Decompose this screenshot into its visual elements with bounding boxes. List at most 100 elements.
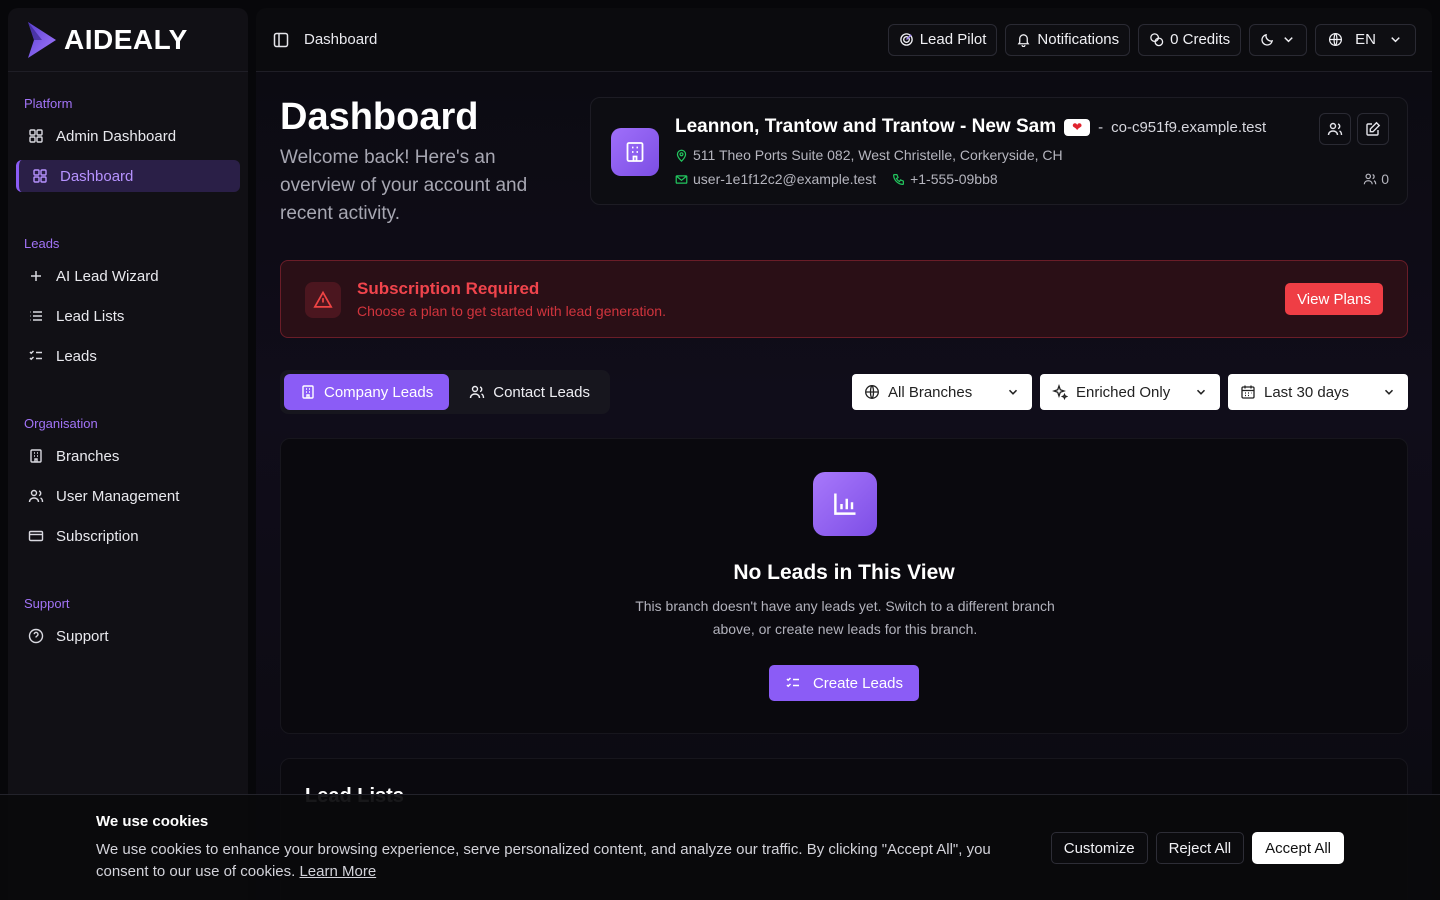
notifications-button[interactable]: Notifications xyxy=(1005,23,1131,56)
nav-group-leads: Leads AI Lead Wizard Lead Lists Leads xyxy=(8,236,248,372)
sidebar-item-leads[interactable]: Leads xyxy=(16,340,240,372)
learn-more-link[interactable]: Learn More xyxy=(299,863,376,880)
favorite-heart-icon[interactable]: ❤ xyxy=(1064,118,1091,136)
date-range-select-value: Last 30 days xyxy=(1264,383,1350,401)
notifications-label: Notifications xyxy=(1037,31,1120,48)
edit-company-button[interactable] xyxy=(1357,113,1389,145)
checklist-icon xyxy=(786,677,799,688)
sidebar-item-lead-lists[interactable]: Lead Lists xyxy=(16,300,240,332)
users-icon xyxy=(28,489,44,503)
moon-icon xyxy=(1261,33,1274,46)
company-email[interactable]: user-1e1f12c2@example.test xyxy=(675,171,876,187)
tab-label: Company Leads xyxy=(324,383,434,401)
grid-icon xyxy=(29,129,43,143)
accept-all-button[interactable]: Accept All xyxy=(1252,832,1344,864)
branch-select[interactable]: All Branches xyxy=(852,374,1032,410)
reject-all-button[interactable]: Reject All xyxy=(1155,832,1245,864)
empty-state-text: This branch doesn't have any leads yet. … xyxy=(635,598,1055,637)
sidebar-item-label: Admin Dashboard xyxy=(56,127,177,145)
breadcrumb: Dashboard xyxy=(272,31,377,49)
sidebar: AIDEALY Platform Admin Dashboard Dashboa… xyxy=(8,8,248,900)
coins-icon xyxy=(1150,33,1164,47)
company-logo xyxy=(611,128,659,176)
nav-group-organisation: Organisation Branches User Management Su… xyxy=(8,416,248,552)
breadcrumb-current: Dashboard xyxy=(304,31,378,48)
sidebar-toggle-icon[interactable] xyxy=(272,31,290,49)
company-phone-text: +1-555-09bb8 xyxy=(910,171,998,187)
sidebar-item-admin-dashboard[interactable]: Admin Dashboard xyxy=(16,120,240,152)
target-icon xyxy=(899,33,913,46)
cookie-text: We use cookies to enhance your browsing … xyxy=(96,839,1016,883)
lead-pilot-label: Lead Pilot xyxy=(919,31,987,48)
cookie-actions: Customize Reject All Accept All xyxy=(1050,832,1344,864)
group-label-leads: Leads xyxy=(24,236,60,251)
date-range-select[interactable]: Last 30 days xyxy=(1228,374,1408,410)
lead-type-tabs: Company Leads Contact Leads xyxy=(280,370,610,414)
logo-mark-icon xyxy=(28,21,56,58)
bar-chart-icon xyxy=(813,472,877,536)
sidebar-item-subscription[interactable]: Subscription xyxy=(16,520,240,552)
logo[interactable]: AIDEALY xyxy=(8,8,248,72)
users-icon xyxy=(1363,173,1377,185)
chevron-down-icon xyxy=(1196,389,1206,395)
sidebar-item-support[interactable]: Support xyxy=(16,620,240,652)
sidebar-item-label: Subscription xyxy=(56,527,139,545)
cookie-title: We use cookies xyxy=(96,813,209,830)
empty-state-card: No Leads in This View This branch doesn'… xyxy=(280,438,1408,734)
company-phone[interactable]: +1-555-09bb8 xyxy=(892,171,998,187)
credits-button[interactable]: 0 Credits xyxy=(1138,23,1242,56)
filters: All Branches Enriched Only Last 30 days xyxy=(852,374,1408,410)
building-icon xyxy=(30,449,42,463)
sidebar-item-label: User Management xyxy=(56,487,180,505)
edit-icon xyxy=(1366,121,1381,136)
company-actions xyxy=(1319,113,1389,145)
users-icon xyxy=(1327,122,1343,136)
building-icon xyxy=(626,142,644,162)
sidebar-item-dashboard[interactable]: Dashboard xyxy=(16,160,240,192)
company-email-text: user-1e1f12c2@example.test xyxy=(693,171,877,187)
company-separator: - xyxy=(1098,118,1104,136)
company-domain[interactable]: co-c951f9.example.test xyxy=(1111,119,1266,136)
sidebar-item-label: Support xyxy=(56,627,109,645)
tab-contact-leads[interactable]: Contact Leads xyxy=(453,374,606,410)
mail-icon xyxy=(675,174,688,184)
sidebar-item-label: Leads xyxy=(56,347,97,365)
sidebar-item-label: Lead Lists xyxy=(56,307,125,325)
company-address-text: 511 Theo Ports Suite 082, West Christell… xyxy=(693,147,1063,163)
company-user-count: 0 xyxy=(1363,171,1389,187)
users-icon xyxy=(470,385,485,399)
map-pin-icon xyxy=(676,149,687,162)
enrichment-select[interactable]: Enriched Only xyxy=(1040,374,1220,410)
globe-icon xyxy=(865,385,879,399)
globe-icon xyxy=(1329,32,1343,47)
bell-icon xyxy=(1018,34,1030,47)
list-icon xyxy=(30,311,42,321)
page-subtitle: Welcome back! Here's an overview of your… xyxy=(280,147,528,224)
view-plans-button[interactable]: View Plans xyxy=(1285,283,1383,315)
manage-users-button[interactable] xyxy=(1319,113,1351,145)
language-select[interactable]: EN xyxy=(1315,23,1416,56)
theme-toggle-button[interactable] xyxy=(1249,23,1308,56)
calendar-icon xyxy=(1241,385,1255,399)
language-label: EN xyxy=(1355,31,1376,48)
chevron-down-icon xyxy=(1384,389,1394,395)
company-address: 511 Theo Ports Suite 082, West Christell… xyxy=(675,147,1063,163)
main-content: Dashboard Welcome back! Here's an overvi… xyxy=(256,72,1432,900)
help-circle-icon xyxy=(28,628,44,644)
sidebar-item-branches[interactable]: Branches xyxy=(16,440,240,472)
create-leads-label: Create Leads xyxy=(812,674,904,692)
chevron-down-icon xyxy=(1008,389,1018,395)
create-leads-button[interactable]: Create Leads xyxy=(769,665,919,701)
nav-group-support: Support Support xyxy=(8,596,248,652)
top-actions: Lead Pilot Notifications 0 Credits EN xyxy=(887,23,1416,56)
sidebar-item-user-management[interactable]: User Management xyxy=(16,480,240,512)
lead-pilot-button[interactable]: Lead Pilot xyxy=(887,23,998,56)
building-icon xyxy=(302,385,314,399)
logo-text: AIDEALY xyxy=(64,23,188,55)
cookie-text-body: We use cookies to enhance your browsing … xyxy=(96,841,991,880)
sidebar-item-ai-lead-wizard[interactable]: AI Lead Wizard xyxy=(16,260,240,292)
customize-button[interactable]: Customize xyxy=(1050,832,1148,864)
tab-company-leads[interactable]: Company Leads xyxy=(284,374,450,410)
company-contact: user-1e1f12c2@example.test +1-555-09bb8 xyxy=(675,171,998,187)
sidebar-item-label: AI Lead Wizard xyxy=(56,267,159,285)
